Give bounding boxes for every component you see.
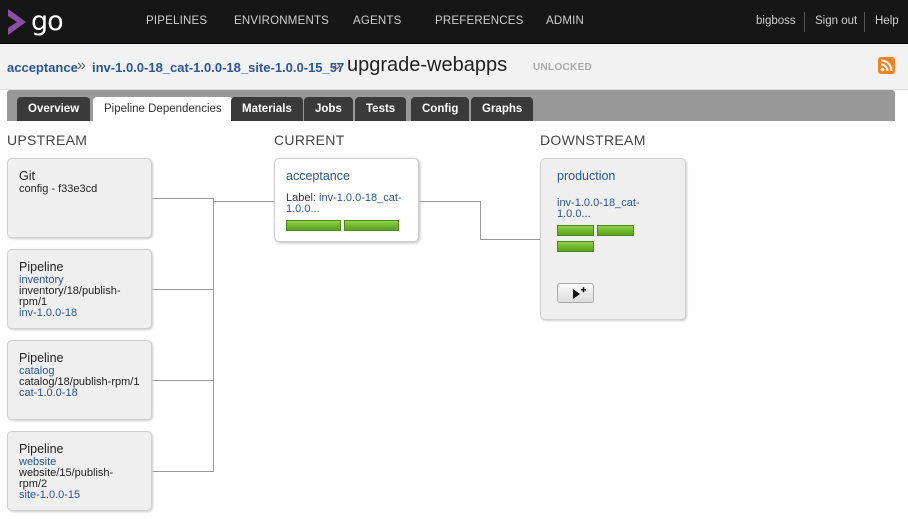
nav-agents[interactable]: AGENTS [353,15,402,27]
user-name[interactable]: bigboss [756,15,796,27]
upstream-label-link[interactable]: cat-1.0.0-18 [19,388,140,399]
lock-status: UNLOCKED [533,62,593,73]
nav-preferences[interactable]: PREFERENCES [435,15,523,27]
connector-line [213,201,274,202]
trigger-with-options-button[interactable] [557,283,594,303]
downstream-heading: DOWNSTREAM [540,132,646,148]
connector-line [213,198,214,472]
stage-passed-bar[interactable] [286,220,341,231]
page-header: acceptance » inv-1.0.0-18_cat-1.0.0-18_s… [0,44,908,90]
material-type: Pipeline [19,260,64,274]
nav-environments[interactable]: ENVIRONMENTS [234,15,329,27]
material-revision: config - f33e3cd [19,183,98,195]
downstream-label-link[interactable]: inv-1.0.0-18_cat- 1.0.0... [557,198,669,220]
current-label: Label: inv-1.0.0-18_cat- 1.0.0... [286,193,407,215]
material-type: Pipeline [19,351,64,365]
upstream-pipeline-card: Pipeline website website/15/publish- rpm… [7,431,152,511]
connector-line [480,239,540,240]
current-pipeline-link[interactable]: acceptance [286,169,407,183]
connector-line [419,201,481,202]
help-link[interactable]: Help [875,15,899,27]
rss-icon[interactable] [878,57,895,74]
logo-text: go [31,6,64,37]
connector-line [480,201,481,240]
material-type: Git [19,169,35,183]
top-navbar: go PIPELINES ENVIRONMENTS AGENTS PREFERE… [0,0,908,44]
upstream-label-link[interactable]: inv-1.0.0-18 [19,308,140,319]
nav-admin[interactable]: ADMIN [546,15,584,27]
downstream-pipeline-card: production inv-1.0.0-18_cat- 1.0.0... [540,158,686,320]
downstream-pipeline-link[interactable]: production [557,169,669,183]
go-logo[interactable]: go [6,6,64,37]
tab-overview[interactable]: Overview [17,97,91,121]
current-pipeline-card: acceptance Label: inv-1.0.0-18_cat- 1.0.… [274,158,419,242]
tab-config[interactable]: Config [411,97,470,121]
tab-pipeline-dependencies[interactable]: Pipeline Dependencies [93,97,233,121]
stage-passed-bar[interactable] [597,225,634,236]
nav-divider [864,12,865,32]
stage-passed-bar[interactable] [344,220,399,231]
stage-passed-bar[interactable] [557,225,594,236]
connector-line [151,471,214,472]
upstream-git-card: Git config - f33e3cd [7,158,152,238]
sign-out-link[interactable]: Sign out [815,15,857,27]
play-plus-icon [573,287,586,299]
page-title: upgrade-webapps [347,54,508,76]
tab-materials[interactable]: Materials [231,97,303,121]
breadcrumb-pipeline[interactable]: acceptance [7,60,78,75]
upstream-heading: UPSTREAM [7,132,88,148]
downstream-label-text: 1.0.0... [557,208,591,220]
breadcrumb-separator: » [77,57,86,74]
tab-jobs[interactable]: Jobs [304,97,353,121]
stage-passed-bar[interactable] [557,241,594,252]
upstream-pipeline-card: Pipeline inventory inventory/18/publish-… [7,249,152,329]
nav-pipelines[interactable]: PIPELINES [146,15,207,27]
current-label-link[interactable]: 1.0.0... [286,203,320,215]
tab-graphs[interactable]: Graphs [471,97,534,121]
connector-line [151,198,214,199]
connector-line [151,380,214,381]
breadcrumb-label[interactable]: inv-1.0.0-18_cat-1.0.0-18_site-1.0.0-15_… [92,60,344,75]
nav-divider [804,12,805,32]
upstream-pipeline-card: Pipeline catalog catalog/18/publish-rpm/… [7,340,152,420]
go-logo-icon [8,9,26,35]
connector-line [151,289,214,290]
upstream-label-link[interactable]: site-1.0.0-15 [19,490,140,501]
tab-tests[interactable]: Tests [355,97,407,121]
current-label-link[interactable]: inv-1.0.0-18_cat- [319,192,402,204]
current-heading: CURRENT [274,132,345,148]
tab-bar: Overview Pipeline Dependencies Materials… [7,90,895,121]
breadcrumb-separator: » [332,57,341,74]
material-type: Pipeline [19,442,64,456]
